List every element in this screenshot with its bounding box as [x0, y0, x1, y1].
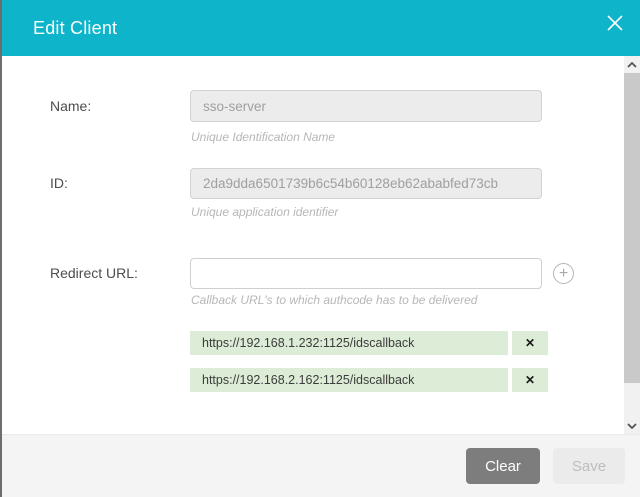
- remove-url-button[interactable]: ✕: [512, 331, 548, 355]
- redirect-url-label: Redirect URL:: [50, 258, 138, 289]
- remove-x-icon: ✕: [525, 373, 535, 387]
- plus-icon: +: [559, 265, 568, 282]
- id-helper-text: Unique application identifier: [191, 205, 338, 219]
- name-field: [190, 90, 542, 122]
- close-button[interactable]: [604, 13, 626, 35]
- id-field: [190, 168, 542, 199]
- clear-button[interactable]: Clear: [466, 448, 540, 484]
- dialog-header: Edit Client: [2, 0, 640, 56]
- chevron-down-icon: [627, 423, 637, 429]
- vertical-scrollbar[interactable]: [624, 56, 640, 434]
- close-icon: [606, 14, 624, 32]
- id-label: ID:: [50, 168, 68, 199]
- dialog-body: Name: Unique Identification Name ID: Uni…: [2, 56, 640, 434]
- redirect-url-item: https://192.168.1.232:1125/idscallback: [190, 331, 508, 355]
- chevron-up-icon: [627, 62, 637, 68]
- redirect-url-input[interactable]: [190, 258, 542, 289]
- scrollbar-thumb[interactable]: [624, 73, 640, 383]
- redirect-url-item: https://192.168.2.162:1125/idscallback: [190, 368, 508, 392]
- dialog-title: Edit Client: [33, 0, 117, 56]
- remove-url-button[interactable]: ✕: [512, 368, 548, 392]
- scroll-down-button[interactable]: [624, 417, 640, 434]
- dialog-footer: Clear Save: [2, 434, 640, 497]
- name-helper-text: Unique Identification Name: [191, 130, 335, 144]
- add-redirect-url-button[interactable]: +: [553, 263, 574, 284]
- edit-client-dialog: Edit Client Name: Unique Identification …: [0, 0, 640, 497]
- remove-x-icon: ✕: [525, 336, 535, 350]
- redirect-url-helper-text: Callback URL's to which authcode has to …: [191, 293, 477, 307]
- name-label: Name:: [50, 90, 91, 122]
- save-button[interactable]: Save: [553, 448, 625, 484]
- scroll-up-button[interactable]: [624, 56, 640, 73]
